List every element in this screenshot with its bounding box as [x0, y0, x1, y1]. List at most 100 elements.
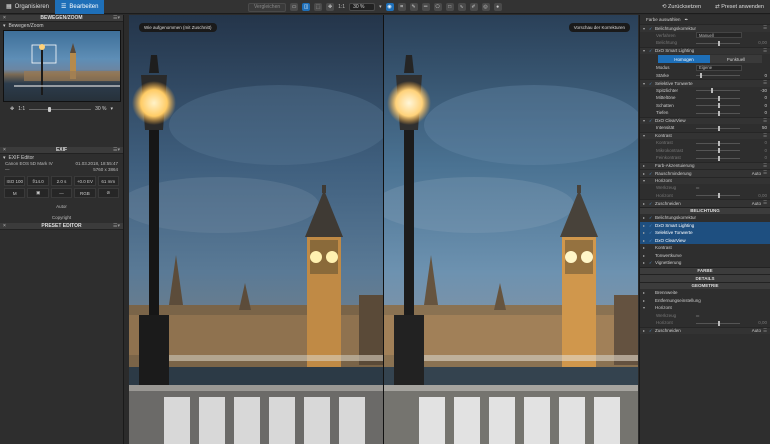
- chevron-down-icon[interactable]: ▾: [110, 106, 113, 112]
- blacks-value[interactable]: 0: [753, 110, 767, 115]
- close-icon[interactable]: ×: [3, 147, 6, 153]
- list-item[interactable]: ▸ ✓ Vignettierung: [640, 259, 770, 267]
- section-contrast[interactable]: ▾ Kontrast ☰: [640, 131, 770, 139]
- menu-icon[interactable]: ☰: [761, 170, 767, 176]
- apply-preset-button[interactable]: ⇄ Preset anwenden: [715, 4, 764, 10]
- exposure-mode-select[interactable]: Manuell: [696, 32, 742, 39]
- contrast-slider[interactable]: [696, 140, 740, 146]
- shadows-slider-knob[interactable]: [718, 103, 720, 108]
- chevron-down-icon[interactable]: ▾: [379, 4, 382, 10]
- microcontrast-value[interactable]: 0: [753, 148, 767, 153]
- section-exposure[interactable]: ▾ ✓ Belichtungskorrektur ☰: [640, 24, 770, 32]
- close-icon[interactable]: ×: [3, 223, 6, 229]
- midtones-slider-knob[interactable]: [718, 95, 720, 101]
- blacks-slider-knob[interactable]: [718, 110, 720, 116]
- group-geometry[interactable]: GEOMETRIE: [640, 281, 770, 289]
- move-icon[interactable]: ✥: [326, 3, 335, 11]
- exif-header[interactable]: × EXIF ☰▾: [0, 147, 123, 154]
- color-icon[interactable]: ●: [493, 3, 502, 11]
- strength-value[interactable]: 0: [753, 73, 767, 78]
- perspective-icon[interactable]: ⬠: [433, 3, 442, 11]
- section-geo-crop[interactable]: ▸ ✓ Zuschneiden Auto ☰: [640, 326, 770, 334]
- move-zoom-subheader[interactable]: ▾ Bewegen/Zoom: [0, 22, 123, 29]
- list-item[interactable]: ▸ Brennweite: [640, 289, 770, 297]
- lasso-icon[interactable]: ∿: [457, 3, 466, 11]
- section-noise[interactable]: ▸ ✓ Rauschminderung Auto ☰: [640, 169, 770, 177]
- highlights-value[interactable]: -30: [753, 88, 767, 93]
- shadows-slider[interactable]: [696, 103, 740, 108]
- group-exposure[interactable]: BELICHTUNG: [640, 206, 770, 214]
- microcontrast-slider-knob[interactable]: [718, 148, 720, 153]
- finecontrast-slider-knob[interactable]: [718, 155, 720, 161]
- geo-horizon-slider[interactable]: [696, 320, 740, 326]
- zoom-select[interactable]: 30 %: [349, 3, 376, 11]
- close-icon[interactable]: ×: [3, 15, 6, 21]
- ratio-label[interactable]: 1:1: [338, 4, 345, 10]
- microcontrast-slider[interactable]: [696, 148, 740, 153]
- zoom-slider-knob[interactable]: [47, 106, 51, 112]
- list-item[interactable]: ▾ Horizont: [640, 304, 770, 312]
- menu-icon[interactable]: ☰: [761, 328, 767, 334]
- crop-icon[interactable]: ⌗: [397, 3, 406, 11]
- list-item[interactable]: ▸ Tonwertkurve: [640, 252, 770, 260]
- intensity-value[interactable]: 50: [753, 125, 767, 130]
- punktuell-button[interactable]: Punktuell: [710, 55, 762, 63]
- preset-editor-header[interactable]: × PRESET EDITOR ☰▾: [0, 223, 123, 230]
- eyedropper-icon[interactable]: ✒: [685, 17, 689, 23]
- list-item[interactable]: ▸ Entfernungseinstellung: [640, 297, 770, 305]
- horizon-tool-icon[interactable]: ═: [696, 313, 699, 318]
- section-clearview[interactable]: ▾ ✓ DxO ClearView ☰: [640, 116, 770, 124]
- menu-icon[interactable]: ☰: [761, 80, 767, 86]
- strength-slider[interactable]: [696, 73, 740, 78]
- eye-icon[interactable]: ◎: [481, 3, 490, 11]
- tab-organize[interactable]: ▦ Organisieren: [0, 0, 55, 14]
- exposure-slider[interactable]: [696, 40, 740, 46]
- reset-button[interactable]: ⟲ Zurücksetzen: [662, 4, 701, 10]
- menu-icon[interactable]: ☰: [761, 25, 767, 31]
- finecontrast-value[interactable]: 0: [753, 155, 767, 160]
- split-view-icon[interactable]: ◫: [302, 3, 311, 11]
- exif-author[interactable]: Autor: [0, 201, 123, 212]
- contrast-slider-knob[interactable]: [718, 140, 720, 146]
- group-details[interactable]: DETAILS: [640, 274, 770, 282]
- exposure-value[interactable]: 0,00: [753, 40, 767, 45]
- group-color[interactable]: FARBE: [640, 266, 770, 274]
- brush-icon[interactable]: ✐: [469, 3, 478, 11]
- homogen-button[interactable]: Homogen: [658, 55, 710, 63]
- navigator-thumbnail[interactable]: [3, 30, 121, 102]
- horizon-icon[interactable]: ═: [421, 3, 430, 11]
- list-item[interactable]: ▸ ✓ Belichtungskorrektur: [640, 214, 770, 222]
- section-selective-tones[interactable]: ▾ ✓ Selektive Tonwerte ☰: [640, 79, 770, 87]
- menu-icon[interactable]: ☰: [761, 133, 767, 139]
- menu-icon[interactable]: ☰▾: [113, 15, 120, 21]
- move-icon[interactable]: ✥: [10, 106, 14, 112]
- midtones-value[interactable]: 0: [753, 95, 767, 100]
- menu-icon[interactable]: ☰: [761, 48, 767, 54]
- tab-edit[interactable]: ☰ Bearbeiten: [55, 0, 105, 14]
- zoom-slider[interactable]: [29, 106, 92, 112]
- image-viewer[interactable]: Wie aufgenommen (mit Zuschnitt) Vorschau…: [129, 15, 638, 444]
- list-item[interactable]: ▸ ✓ Selektive Tonwerte: [640, 229, 770, 237]
- single-view-icon[interactable]: ▭: [290, 3, 299, 11]
- move-zoom-header[interactable]: × BEWEGEN/ZOOM ☰▾: [0, 15, 123, 22]
- color-picker-row[interactable]: Farbe auswählen ✒: [640, 15, 770, 24]
- list-item[interactable]: ▸ Kontrast: [640, 244, 770, 252]
- exif-copyright[interactable]: Copyright: [0, 212, 123, 223]
- list-item[interactable]: ▸ ✓ DxO ClearView: [640, 236, 770, 244]
- zoom-ratio[interactable]: 1:1: [18, 106, 25, 112]
- after-pane[interactable]: Vorschau der Korrekturen: [384, 15, 638, 444]
- section-crop[interactable]: ▸ ✓ Zuschneiden Auto ☰: [640, 199, 770, 207]
- contrast-value[interactable]: 0: [753, 140, 767, 145]
- menu-icon[interactable]: ☰: [761, 200, 767, 206]
- menu-icon[interactable]: ☰: [761, 118, 767, 124]
- geo-horizon-slider-knob[interactable]: [718, 320, 720, 326]
- highlights-slider-knob[interactable]: [711, 88, 714, 93]
- menu-icon[interactable]: ☰: [761, 163, 767, 169]
- geo-horizon-value[interactable]: 0,00: [753, 320, 767, 325]
- before-pane[interactable]: Wie aufgenommen (mit Zuschnitt): [129, 15, 383, 444]
- eyedropper-icon[interactable]: ✎: [409, 3, 418, 11]
- horizon-value[interactable]: 0,00: [753, 193, 767, 198]
- menu-icon[interactable]: ☰▾: [113, 223, 120, 229]
- blacks-slider[interactable]: [696, 110, 740, 116]
- horizon-slider[interactable]: [696, 193, 740, 198]
